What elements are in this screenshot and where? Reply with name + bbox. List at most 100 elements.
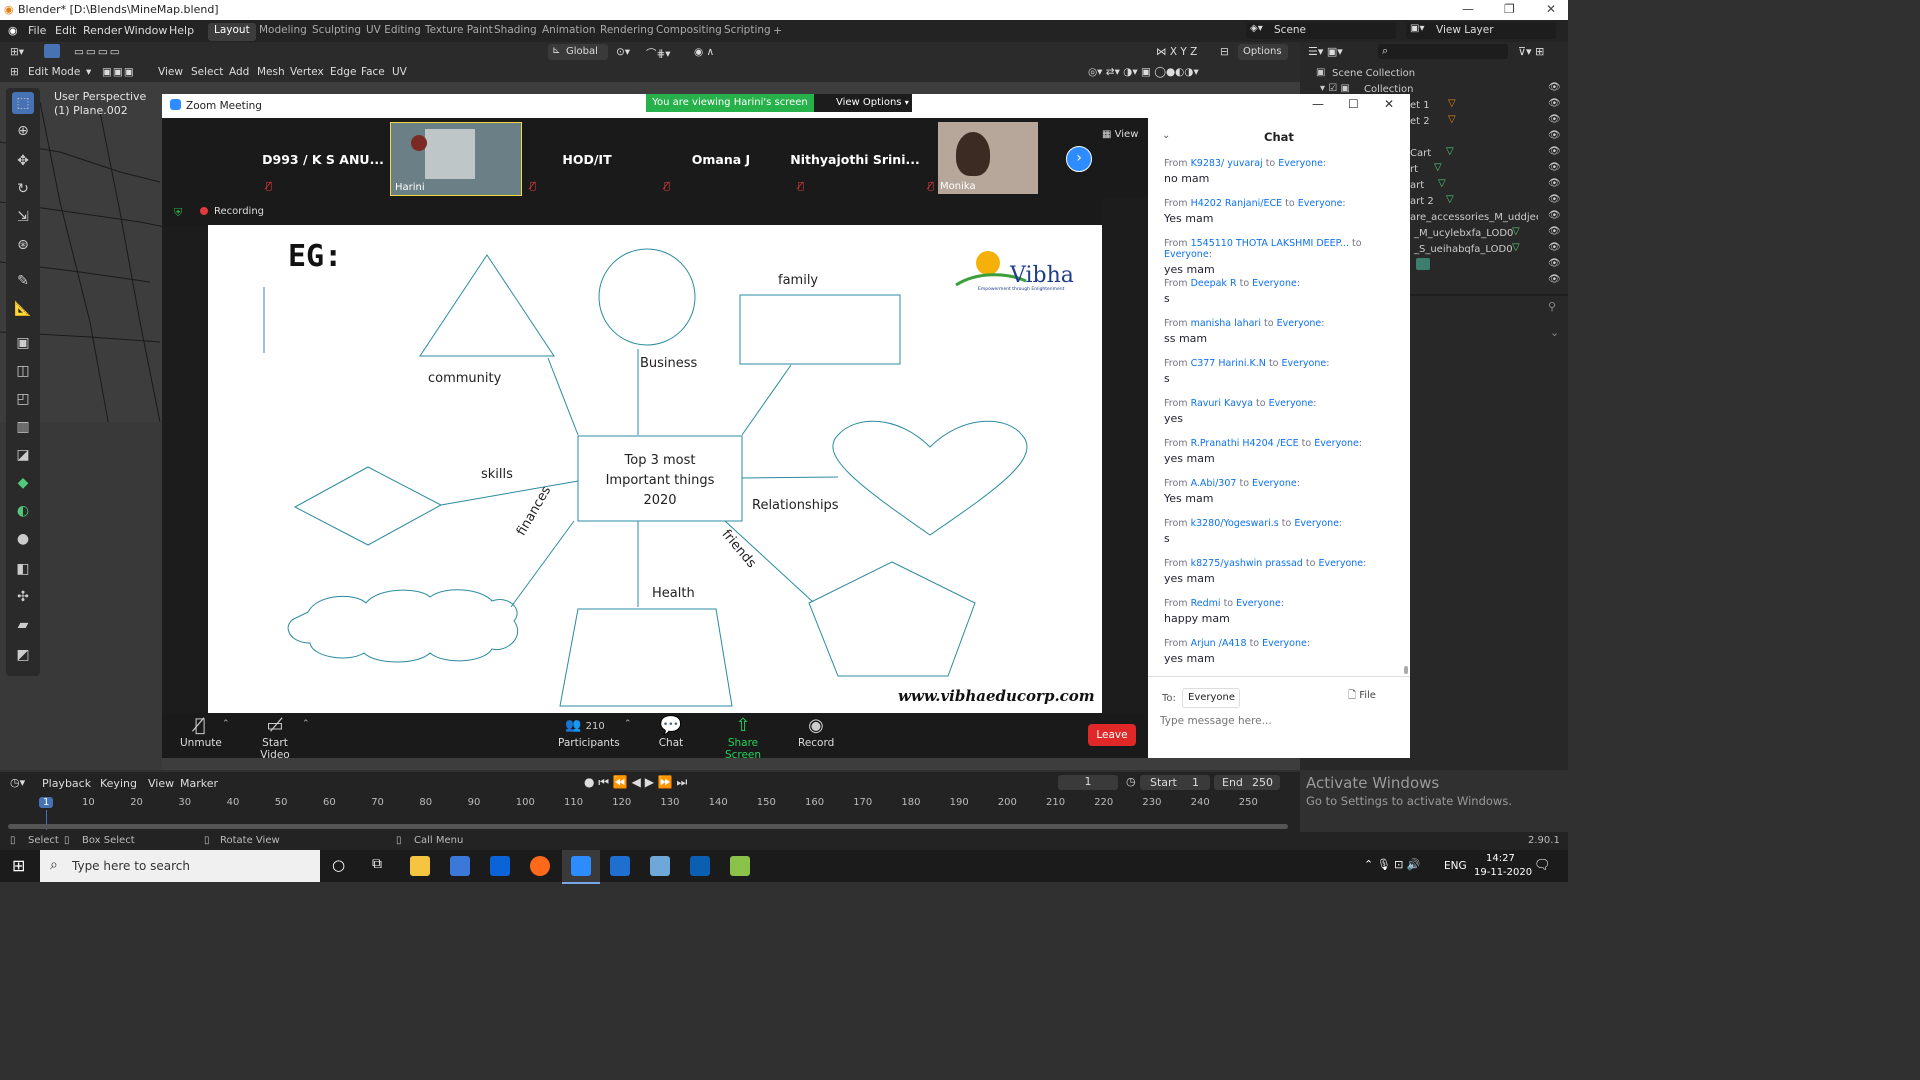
message-recipient[interactable]: Everyone	[1269, 398, 1314, 409]
chat-button[interactable]: 💬 Chat	[656, 715, 686, 749]
eye-icon[interactable]: 👁	[1548, 114, 1561, 125]
zoom-close-icon[interactable]: ✕	[1384, 97, 1394, 111]
eye-icon[interactable]: 👁	[1548, 210, 1561, 221]
store-icon[interactable]	[450, 856, 470, 876]
proportional-icon[interactable]: ◉ ∧	[694, 46, 714, 58]
menu-render[interactable]: Render	[83, 24, 122, 37]
tab-modeling[interactable]: Modeling	[253, 23, 313, 41]
message-recipient[interactable]: Everyone	[1252, 478, 1297, 489]
message-sender[interactable]: C377 Harini.K.N	[1191, 358, 1266, 369]
shear-tool-icon[interactable]: ▰	[12, 614, 34, 636]
tab-sculpting[interactable]: Sculpting	[306, 23, 367, 41]
menu-add[interactable]: Add	[229, 66, 249, 78]
select-tool-icon[interactable]	[44, 44, 60, 58]
firefox-icon[interactable]	[530, 856, 550, 876]
participant-tile-active[interactable]: Harini	[390, 122, 522, 196]
blender-taskbar-icon[interactable]	[690, 856, 710, 876]
menu-window[interactable]: Window	[124, 24, 167, 37]
message-sender[interactable]: Deepak R	[1191, 278, 1237, 289]
zoom-maximize-icon[interactable]: ☐	[1348, 97, 1359, 111]
message-sender[interactable]: k3280/Yogeswari.s	[1191, 518, 1279, 529]
mode-chevron-icon[interactable]: ▾	[86, 66, 91, 78]
message-recipient[interactable]: Everyone	[1277, 318, 1322, 329]
playback-controls-icons[interactable]: ● ⏮ ⏪ ◀ ▶ ⏩ ⏭	[584, 775, 687, 790]
marker-menu[interactable]: Marker	[180, 777, 218, 790]
menu-select[interactable]: Select	[191, 66, 223, 78]
select-mode-icons[interactable]: ▭▭▭▭	[74, 46, 122, 58]
measure-tool-icon[interactable]: 📐	[12, 298, 34, 320]
annotate-tool-icon[interactable]: ✎	[12, 270, 34, 292]
mail-icon[interactable]	[490, 856, 510, 876]
menu-view[interactable]: View	[158, 66, 183, 78]
participant-tile[interactable]: HOD/IT 🎙̸	[522, 122, 652, 194]
message-sender[interactable]: A.Abi/307	[1191, 478, 1237, 489]
message-recipient[interactable]: Everyone	[1164, 249, 1209, 260]
timeline-view-menu[interactable]: View	[148, 777, 174, 790]
expand-chevron-icon[interactable]: ▾ ☑ ▣	[1320, 83, 1350, 94]
tab-layout[interactable]: Layout	[208, 23, 256, 41]
eye-icon[interactable]: 👁	[1548, 98, 1561, 109]
visibility-icons[interactable]: ◎▾ ⇄▾ ◑▾ ▣ ◯●◐◑▾	[1088, 66, 1199, 78]
windows-start-icon[interactable]: ⊞	[12, 856, 25, 875]
message-sender[interactable]: Redmi	[1191, 598, 1221, 609]
chat-scrollbar[interactable]	[1404, 666, 1408, 674]
message-sender[interactable]: R.Pranathi H4204 /ECE	[1191, 438, 1299, 449]
auto-merge-icon[interactable]: ⊟	[1220, 46, 1229, 58]
participant-tile[interactable]: Omana J 🎙̸	[656, 122, 786, 194]
message-recipient[interactable]: Everyone	[1314, 438, 1359, 449]
transform-orientation[interactable]: ⊾ Global	[548, 44, 608, 60]
message-sender[interactable]: H4202 Ranjani/ECE	[1191, 198, 1283, 209]
view-layer-selector[interactable]: ▣▾ View Layer	[1406, 22, 1556, 39]
participants-button[interactable]: 👥 210 Participants	[558, 715, 620, 749]
transform-tool-icon[interactable]: ⊛	[12, 234, 34, 256]
zoom-taskbar-button[interactable]	[562, 850, 600, 884]
start-video-button[interactable]: ▭̸ Start Video	[248, 715, 302, 761]
playback-menu[interactable]: Playback	[42, 777, 91, 790]
eye-icon[interactable]: 👁	[1548, 258, 1561, 269]
cortana-icon[interactable]: ○	[332, 856, 345, 874]
file-explorer-icon[interactable]	[410, 856, 430, 876]
message-recipient[interactable]: Everyone	[1298, 198, 1343, 209]
message-recipient[interactable]: Everyone	[1252, 278, 1297, 289]
taskbar-search-box[interactable]: ⌕ Type here to search	[40, 850, 320, 882]
system-tray-icons[interactable]: ⌃ 🎙 ⊡ 🔊	[1364, 858, 1421, 871]
snap-icon[interactable]: ⌒⋕▾	[646, 46, 671, 61]
timeline-scrollbar[interactable]	[8, 824, 1288, 829]
message-recipient[interactable]: Everyone	[1278, 158, 1323, 169]
participant-tile[interactable]: Monika 🎙̸	[928, 122, 1038, 194]
message-recipient[interactable]: Everyone	[1262, 638, 1307, 649]
message-recipient[interactable]: Everyone	[1294, 518, 1339, 529]
shrink-fatten-tool-icon[interactable]: ✣	[12, 586, 34, 608]
eye-icon[interactable]: 👁	[1548, 178, 1561, 189]
participant-tile[interactable]: D993 / K S ANU... 🎙̸	[258, 122, 388, 194]
timer-icon[interactable]: ◷	[1126, 775, 1136, 788]
add-workspace-icon[interactable]: +	[773, 24, 782, 37]
menu-file[interactable]: File	[28, 24, 46, 37]
outliner-search-input[interactable]: ⌕	[1378, 44, 1508, 59]
outliner-editor-icon[interactable]: ☰▾ ▣▾	[1308, 45, 1343, 58]
cursor-tool-icon[interactable]: ⊕	[12, 120, 34, 142]
notification-icon[interactable]: 🗨	[1534, 858, 1551, 873]
eye-icon[interactable]: 👁	[1548, 274, 1561, 285]
mode-selector[interactable]: Edit Mode	[28, 66, 80, 78]
pin-icon[interactable]: ⚲	[1548, 300, 1556, 313]
next-page-arrow-icon[interactable]: ›	[1066, 146, 1092, 172]
security-shield-icon[interactable]: ⛨	[174, 206, 182, 220]
tab-compositing[interactable]: Compositing	[650, 23, 728, 41]
close-icon[interactable]: ✕	[1546, 2, 1556, 16]
loop-cut-tool-icon[interactable]: ▥	[12, 416, 34, 438]
clock-date[interactable]: 19-11-2020	[1474, 867, 1532, 878]
message-sender[interactable]: K9283/ yuvaraj	[1191, 158, 1263, 169]
outliner-scene-collection[interactable]: ▣ Scene Collection	[1300, 66, 1568, 82]
notepad-icon[interactable]	[650, 856, 670, 876]
language-indicator[interactable]: ENG	[1444, 860, 1467, 872]
menu-mesh[interactable]: Mesh	[257, 66, 285, 78]
scene-selector[interactable]: ◈▾ Scene	[1246, 22, 1396, 39]
menu-vertex[interactable]: Vertex	[290, 66, 324, 78]
view-options-button[interactable]: View Options ▾	[814, 94, 912, 112]
file-button[interactable]: 🗋 File	[1348, 688, 1376, 705]
participants-chevron-icon[interactable]: ⌃	[624, 719, 632, 729]
eye-icon[interactable]: 👁	[1548, 162, 1561, 173]
clock-time[interactable]: 14:27	[1486, 853, 1515, 864]
message-sender[interactable]: Ravuri Kavya	[1191, 398, 1253, 409]
